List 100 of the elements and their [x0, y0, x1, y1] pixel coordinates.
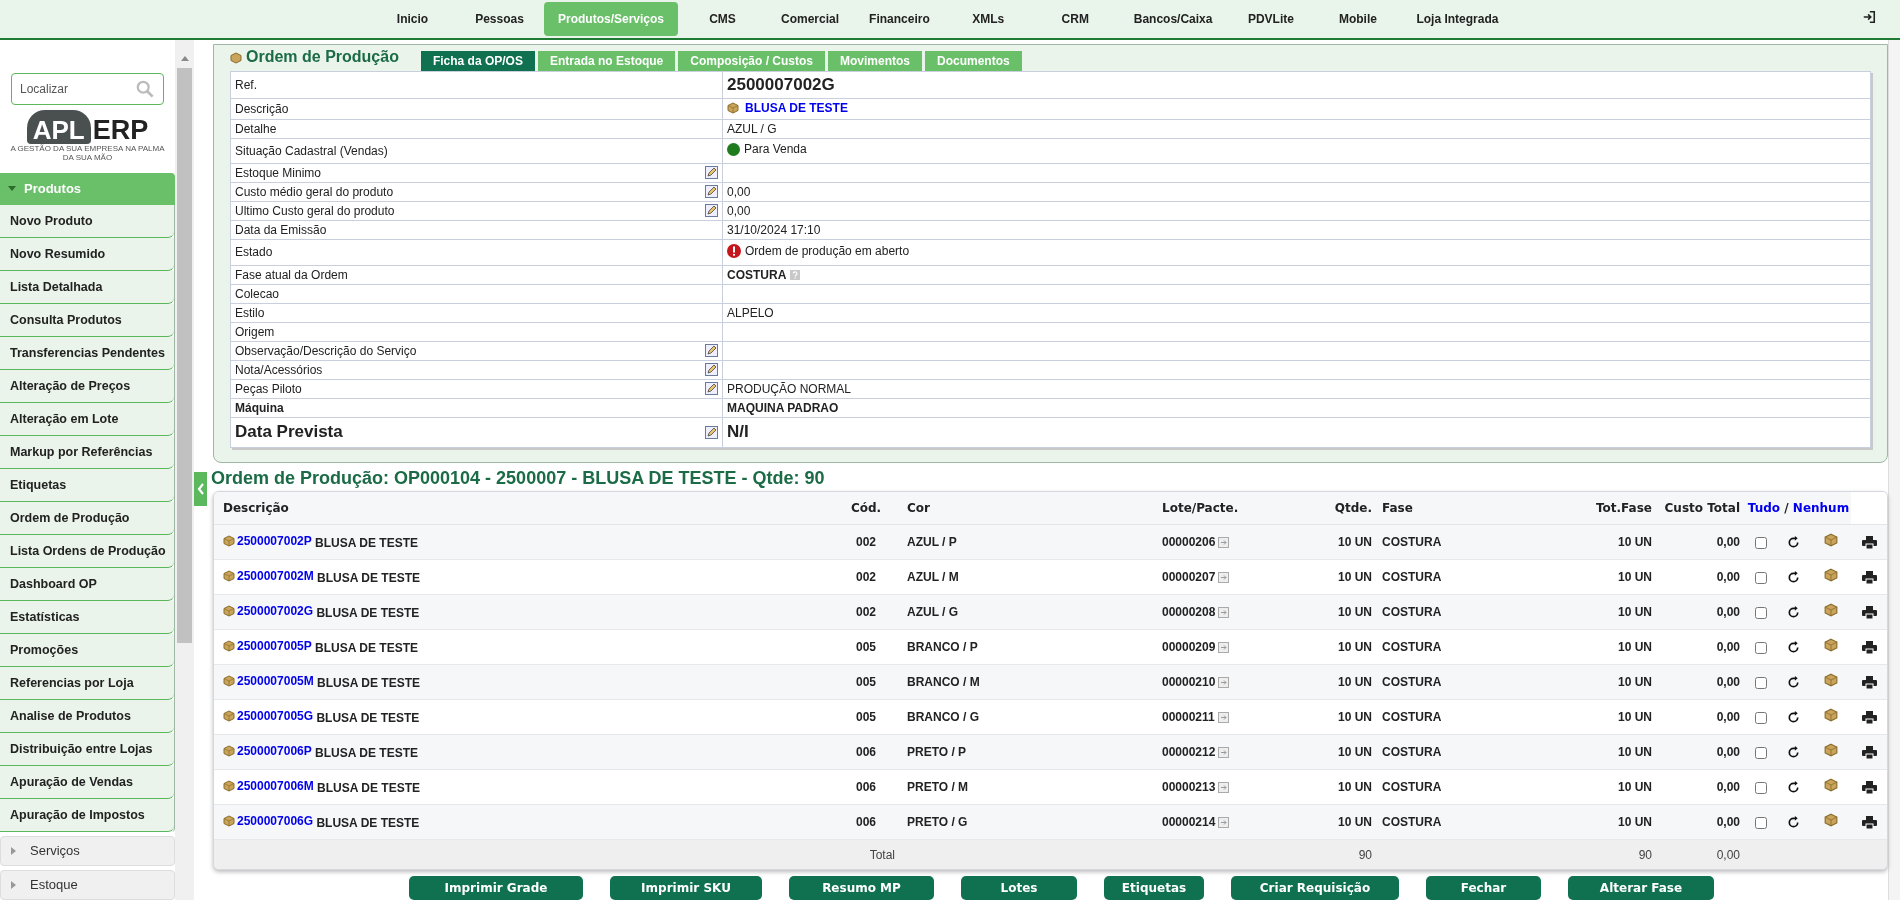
menu-item[interactable]: Novo Produto: [0, 205, 174, 238]
menu-item[interactable]: Consulta Produtos: [0, 304, 174, 337]
edit-icon[interactable]: [705, 363, 718, 376]
menu-item[interactable]: Apuração de Vendas: [0, 766, 174, 799]
edit-icon[interactable]: [705, 204, 718, 217]
menu-item[interactable]: Transferencias Pendentes: [0, 337, 174, 370]
document-icon[interactable]: [1218, 606, 1230, 618]
product-link[interactable]: 2500007002M: [237, 567, 314, 585]
print-icon[interactable]: [1862, 711, 1877, 725]
nav-tab[interactable]: PDVLite: [1228, 2, 1314, 36]
refresh-icon[interactable]: [1787, 711, 1800, 725]
nav-tab[interactable]: Loja Integrada: [1402, 2, 1513, 36]
nav-tab[interactable]: Mobile: [1315, 2, 1401, 36]
menu-item[interactable]: Analise de Produtos: [0, 700, 174, 733]
refresh-icon[interactable]: [1787, 536, 1800, 550]
nav-tab[interactable]: Inicio: [370, 2, 455, 36]
menu-item[interactable]: Alteração de Preços: [0, 370, 174, 403]
product-link[interactable]: 2500007006M: [237, 777, 314, 795]
refresh-icon[interactable]: [1787, 816, 1800, 830]
nav-tab[interactable]: Comercial: [767, 2, 854, 36]
menu-item[interactable]: Lista Detalhada: [0, 271, 174, 304]
document-icon[interactable]: [1218, 571, 1230, 583]
document-icon[interactable]: [1217, 711, 1229, 723]
logout-icon[interactable]: [1862, 10, 1876, 24]
document-icon[interactable]: [1218, 676, 1230, 688]
product-link[interactable]: 2500007002G: [237, 602, 314, 620]
refresh-icon[interactable]: [1787, 676, 1800, 690]
nav-tab[interactable]: XMLs: [945, 2, 1031, 36]
menu-item[interactable]: Estatísticas: [0, 601, 174, 634]
refresh-icon[interactable]: [1787, 641, 1800, 655]
row-checkbox[interactable]: [1755, 536, 1767, 549]
product-link[interactable]: 2500007006G: [237, 812, 314, 830]
nav-tab[interactable]: Financeiro: [855, 2, 944, 36]
tab[interactable]: Ficha da OP/OS: [420, 51, 535, 71]
action-button[interactable]: Alterar Fase: [1568, 876, 1714, 900]
document-icon[interactable]: [1218, 816, 1230, 828]
product-link[interactable]: 2500007006P: [237, 742, 312, 760]
print-icon[interactable]: [1862, 571, 1877, 585]
row-checkbox[interactable]: [1755, 711, 1767, 724]
action-button[interactable]: Fechar: [1426, 876, 1541, 900]
row-checkbox[interactable]: [1755, 781, 1767, 794]
action-button[interactable]: Imprimir SKU: [610, 876, 762, 900]
print-icon[interactable]: [1862, 781, 1877, 795]
edit-icon[interactable]: [705, 185, 718, 198]
row-checkbox[interactable]: [1755, 606, 1767, 619]
menu-item[interactable]: Alteração em Lote: [0, 403, 174, 436]
action-button[interactable]: Criar Requisição: [1231, 876, 1399, 900]
edit-icon[interactable]: [705, 382, 718, 395]
menu-item[interactable]: Dashboard OP: [0, 568, 174, 601]
menu-item[interactable]: Referencias por Loja: [0, 667, 174, 700]
nav-tab[interactable]: Bancos/Caixa: [1119, 2, 1227, 36]
action-button[interactable]: Etiquetas: [1104, 876, 1204, 900]
menu-group[interactable]: Estoque: [0, 870, 175, 900]
scrollbar[interactable]: [175, 40, 194, 900]
row-checkbox[interactable]: [1755, 571, 1767, 584]
product-link[interactable]: BLUSA DE TESTE: [745, 98, 848, 117]
scroll-up-icon[interactable]: [179, 54, 190, 62]
print-icon[interactable]: [1862, 746, 1877, 760]
action-button[interactable]: Lotes: [961, 876, 1077, 900]
menu-item[interactable]: Markup por Referências: [0, 436, 174, 469]
product-link[interactable]: 2500007005P: [237, 637, 312, 655]
select-all-link[interactable]: Tudo: [1747, 500, 1781, 515]
menu-item[interactable]: Ordem de Produção: [0, 502, 174, 535]
action-button[interactable]: Imprimir Grade: [409, 876, 583, 900]
nav-tab[interactable]: CMS: [680, 2, 766, 36]
nav-tab[interactable]: Pessoas: [457, 2, 542, 36]
menu-item[interactable]: Promoções: [0, 634, 174, 667]
refresh-icon[interactable]: [1787, 781, 1800, 795]
menu-item[interactable]: Etiquetas: [0, 469, 174, 502]
menu-item[interactable]: Novo Resumido: [0, 238, 174, 271]
edit-icon[interactable]: [705, 344, 718, 357]
menu-group[interactable]: Serviços: [0, 836, 175, 866]
menu-item[interactable]: Distribuição entre Lojas: [0, 733, 174, 766]
row-checkbox[interactable]: [1755, 641, 1767, 654]
product-link[interactable]: 2500007002P: [237, 532, 312, 550]
row-checkbox[interactable]: [1755, 676, 1767, 689]
menu-item[interactable]: Lista Ordens de Produção: [0, 535, 174, 568]
product-link[interactable]: 2500007005M: [237, 672, 314, 690]
product-link[interactable]: 2500007005G: [237, 707, 314, 725]
select-none-link[interactable]: Nenhum: [1792, 500, 1850, 515]
document-icon[interactable]: [1218, 536, 1230, 548]
print-icon[interactable]: [1862, 536, 1877, 550]
print-icon[interactable]: [1862, 816, 1877, 830]
row-checkbox[interactable]: [1755, 816, 1767, 829]
edit-icon[interactable]: [705, 166, 718, 179]
row-checkbox[interactable]: [1755, 746, 1767, 759]
document-icon[interactable]: [1218, 641, 1230, 653]
search-field[interactable]: Localizar: [11, 73, 164, 105]
document-icon[interactable]: [1218, 746, 1230, 758]
document-icon[interactable]: [1218, 781, 1230, 793]
nav-tab[interactable]: CRM: [1032, 2, 1118, 36]
print-icon[interactable]: [1862, 676, 1877, 690]
refresh-icon[interactable]: [1787, 746, 1800, 760]
refresh-icon[interactable]: [1787, 606, 1800, 620]
refresh-icon[interactable]: [1787, 571, 1800, 585]
edit-icon[interactable]: [705, 425, 718, 439]
scrollbar-thumb[interactable]: [177, 68, 192, 643]
menu-item[interactable]: Apuração de Impostos: [0, 799, 174, 832]
print-icon[interactable]: [1862, 606, 1877, 620]
print-icon[interactable]: [1862, 641, 1877, 655]
